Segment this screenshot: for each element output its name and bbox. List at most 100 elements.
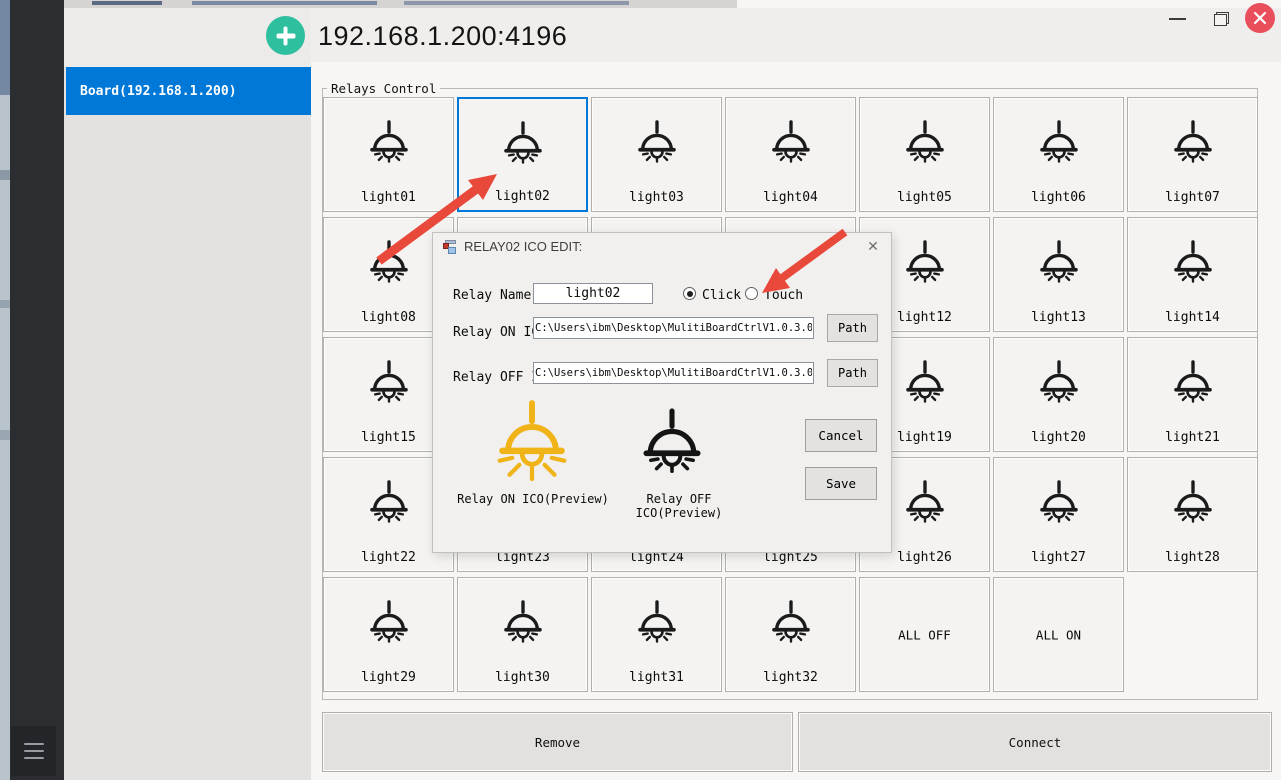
desktop-edge-strip [0, 0, 10, 780]
tile-label: light13 [994, 310, 1123, 325]
lamp-off-icon [1166, 356, 1220, 410]
relay-name-input[interactable] [533, 283, 653, 304]
path-on-button[interactable]: Path [827, 314, 878, 342]
radio-touch[interactable] [745, 287, 758, 300]
relay-tile-light27[interactable]: light27 [993, 457, 1124, 572]
background-fragment [404, 1, 629, 5]
board-list-body [64, 115, 311, 780]
tile-label: light06 [994, 190, 1123, 205]
lamp-off-icon [1166, 116, 1220, 170]
relay-tile-light29[interactable]: light29 [323, 577, 454, 692]
desktop-fragment [0, 170, 10, 180]
off-preview-label: Relay OFF ICO(Preview) [603, 492, 755, 520]
lamp-off-icon [362, 596, 416, 650]
board-list-item-selected[interactable]: Board(192.168.1.200) [66, 67, 311, 115]
relay-edit-dialog: RELAY02 ICO EDIT: ✕ Relay Name Click Tou… [432, 232, 892, 553]
window-title: 192.168.1.200:4196 [318, 21, 567, 52]
relay-tile-light21[interactable]: light21 [1127, 337, 1258, 452]
lamp-off-icon [630, 116, 684, 170]
plus-icon [276, 26, 295, 45]
lamp-off-icon [362, 236, 416, 290]
minimize-button[interactable] [1162, 8, 1192, 30]
relay-name-label: Relay Name [453, 288, 531, 303]
relay-tile-light01[interactable]: light01 [323, 97, 454, 212]
close-button[interactable] [1245, 3, 1275, 33]
relay-tile-light31[interactable]: light31 [591, 577, 722, 692]
save-button[interactable]: Save [805, 467, 877, 500]
lamp-off-icon [764, 116, 818, 170]
lamp-off-icon [898, 116, 952, 170]
screen: Board(192.168.1.200) 192.168.1.200:4196 … [0, 0, 1281, 780]
tile-label: light01 [324, 190, 453, 205]
minimize-icon [1169, 18, 1186, 20]
desktop-fragment [0, 0, 10, 95]
tile-label: light07 [1128, 190, 1257, 205]
relay-tile-light02[interactable]: light02 [457, 97, 588, 212]
lamp-off-icon [898, 476, 952, 530]
relay-tile-light20[interactable]: light20 [993, 337, 1124, 452]
relay-tile-light04[interactable]: light04 [725, 97, 856, 212]
lamp-off-icon [496, 117, 550, 171]
radio-touch-label: Touch [764, 288, 803, 303]
lamp-off-icon [362, 476, 416, 530]
add-board-button[interactable] [266, 16, 305, 55]
close-icon [1253, 11, 1267, 25]
lamp-off-icon [1032, 476, 1086, 530]
maximize-icon [1214, 12, 1229, 26]
tile-label: ALL ON [994, 627, 1123, 642]
relay-tile-light28[interactable]: light28 [1127, 457, 1258, 572]
remove-button[interactable]: Remove [322, 712, 793, 772]
background-fragment [92, 1, 162, 5]
cancel-button[interactable]: Cancel [805, 419, 877, 452]
winform-icon [442, 239, 458, 255]
relay-tile-light06[interactable]: light06 [993, 97, 1124, 212]
lamp-off-icon [362, 356, 416, 410]
tile-label: light02 [459, 189, 586, 204]
tile-label: light27 [994, 550, 1123, 565]
groupbox-label: Relays Control [327, 81, 440, 96]
relay-tile-light13[interactable]: light13 [993, 217, 1124, 332]
maximize-button[interactable] [1208, 7, 1234, 31]
tile-label: light29 [324, 670, 453, 685]
tile-label: ALL OFF [860, 627, 989, 642]
relay-on-ico-input[interactable] [533, 317, 814, 339]
app-rail [10, 0, 64, 780]
lamp-off-icon [1032, 236, 1086, 290]
desktop-fragment [0, 430, 10, 440]
tile-label: light30 [458, 670, 587, 685]
relay-off-ico-input[interactable] [533, 362, 814, 384]
tile-label: light04 [726, 190, 855, 205]
background-window-sliver [64, 0, 737, 8]
desktop-fragment [0, 300, 10, 308]
menu-button[interactable] [11, 726, 56, 776]
tile-label: light28 [1128, 550, 1257, 565]
lamp-on-preview-icon [487, 393, 577, 489]
hamburger-icon [11, 743, 56, 760]
relay-tile-light32[interactable]: light32 [725, 577, 856, 692]
path-off-button[interactable]: Path [827, 359, 878, 387]
tile-label: light14 [1128, 310, 1257, 325]
relay-tile-light05[interactable]: light05 [859, 97, 990, 212]
on-preview-label: Relay ON ICO(Preview) [449, 492, 617, 506]
tile-label: light21 [1128, 430, 1257, 445]
relay-tile-light14[interactable]: light14 [1127, 217, 1258, 332]
board-item-label: Board(192.168.1.200) [80, 84, 237, 99]
lamp-off-icon [898, 236, 952, 290]
lamp-off-icon [1166, 236, 1220, 290]
lamp-off-icon [630, 596, 684, 650]
dialog-close-icon[interactable]: ✕ [864, 237, 882, 255]
radio-click[interactable] [683, 287, 696, 300]
lamp-off-icon [362, 116, 416, 170]
lamp-off-preview-icon [631, 399, 713, 487]
radio-click-label: Click [702, 288, 741, 303]
dialog-title: RELAY02 ICO EDIT: [464, 239, 582, 254]
relay-tile-light07[interactable]: light07 [1127, 97, 1258, 212]
relay-tile-light03[interactable]: light03 [591, 97, 722, 212]
tile-label: light31 [592, 670, 721, 685]
action-tile-all-off[interactable]: ALL OFF [859, 577, 990, 692]
relay-tile-light30[interactable]: light30 [457, 577, 588, 692]
action-tile-all-on[interactable]: ALL ON [993, 577, 1124, 692]
connect-button[interactable]: Connect [798, 712, 1272, 772]
lamp-off-icon [1032, 356, 1086, 410]
tile-label: light32 [726, 670, 855, 685]
